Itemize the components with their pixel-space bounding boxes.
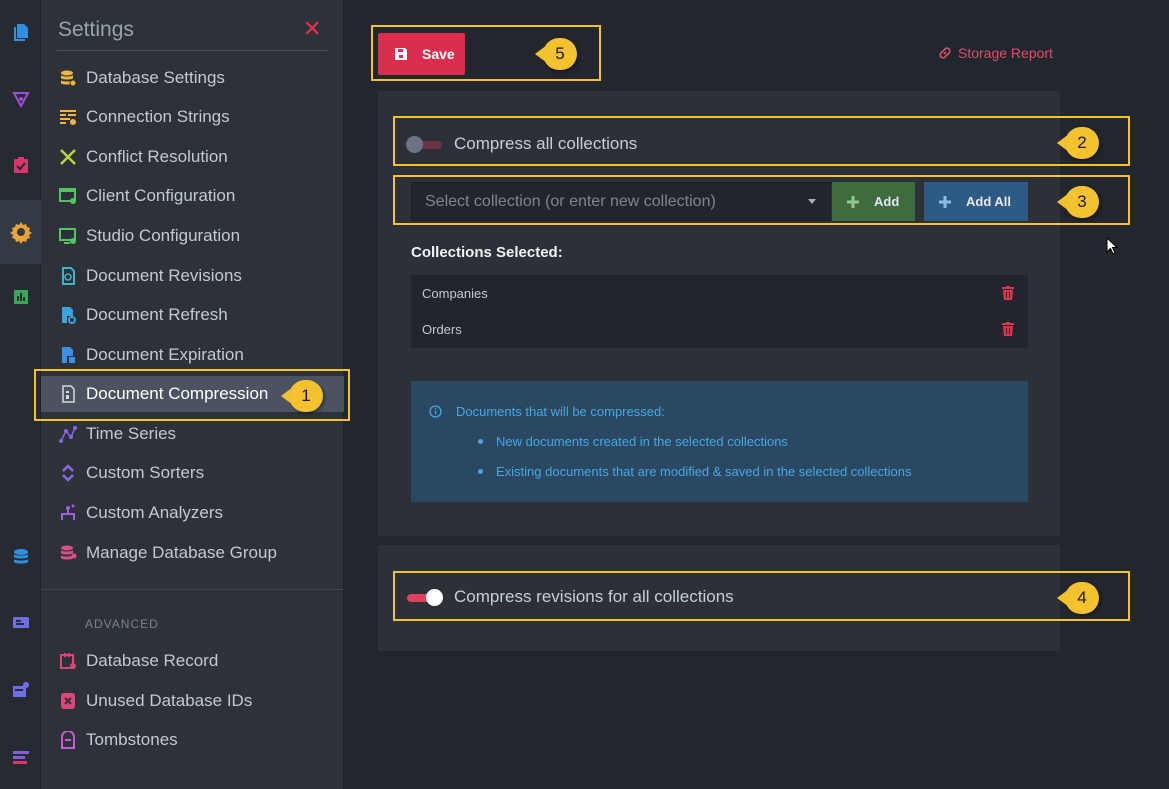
manage-server-icon[interactable] — [0, 670, 41, 710]
menu-item-time-series[interactable]: Time Series — [41, 416, 344, 452]
menu-item-manage-database-group[interactable]: Manage Database Group — [41, 535, 344, 571]
section-heading-advanced: ADVANCED — [85, 617, 159, 631]
info-list-item: New documents created in the selected co… — [478, 434, 788, 449]
callout-number: 2 — [1065, 127, 1099, 159]
menu-item-unused-database-ids[interactable]: Unused Database IDs — [41, 683, 344, 719]
menu-item-label: Document Refresh — [86, 305, 228, 324]
callout-number: 4 — [1065, 582, 1099, 614]
document-refresh-icon — [58, 305, 78, 325]
highlight-box-4 — [393, 571, 1130, 621]
menu-item-label: Connection Strings — [86, 107, 230, 126]
callout-number: 5 — [543, 38, 577, 70]
highlight-box-3 — [393, 175, 1130, 225]
database-settings-icon — [58, 68, 78, 88]
menu-item-studio-configuration[interactable]: Studio Configuration — [41, 218, 344, 254]
conflict-resolution-icon — [58, 147, 78, 167]
close-icon[interactable]: ✕ — [303, 18, 321, 40]
link-icon — [939, 47, 951, 59]
callout-1: 1 — [281, 380, 323, 412]
menu-item-custom-analyzers[interactable]: Custom Analyzers — [41, 495, 344, 531]
tasks-icon[interactable] — [0, 145, 41, 185]
info-box: Documents that will be compressed: New d… — [411, 381, 1028, 502]
document-revisions-icon — [58, 266, 78, 286]
menu-item-label: Studio Configuration — [86, 226, 241, 245]
info-list-item: Existing documents that are modified & s… — [478, 464, 912, 479]
trash-icon[interactable] — [1002, 322, 1014, 336]
mouse-cursor-icon — [1106, 237, 1118, 255]
callout-3: 3 — [1057, 186, 1099, 218]
menu-item-label: Conflict Resolution — [86, 147, 228, 166]
info-icon — [429, 405, 442, 418]
database-record-icon — [58, 651, 78, 671]
menu-item-database-settings[interactable]: Database Settings — [41, 60, 344, 96]
studio-configuration-icon — [58, 226, 78, 246]
server-dashboard-icon[interactable] — [0, 603, 41, 643]
menu-item-label: Database Settings — [86, 68, 225, 87]
menu-item-label: Database Record — [86, 651, 219, 670]
collection-name: Orders — [422, 321, 462, 337]
connection-strings-icon — [58, 107, 78, 127]
time-series-icon — [58, 424, 78, 444]
menu-item-label: Custom Sorters — [86, 463, 205, 482]
settings-icon[interactable] — [0, 200, 41, 264]
manage-database-group-icon — [58, 543, 78, 563]
menu-item-document-refresh[interactable]: Document Refresh — [41, 297, 344, 333]
panel-title: Settings — [58, 18, 134, 41]
databases-icon[interactable] — [0, 537, 41, 577]
unused-database-ids-icon — [58, 691, 78, 711]
callout-number: 3 — [1065, 186, 1099, 218]
menu-item-tombstones[interactable]: Tombstones — [41, 722, 344, 758]
documents-icon[interactable] — [0, 12, 41, 52]
storage-report-label: Storage Report — [958, 45, 1053, 61]
menu-item-custom-sorters[interactable]: Custom Sorters — [41, 455, 344, 491]
menu-item-connection-strings[interactable]: Connection Strings — [41, 99, 344, 135]
menu-item-label: Client Configuration — [86, 186, 236, 205]
divider — [57, 50, 327, 51]
menu-item-label: Document Expiration — [86, 345, 244, 364]
info-title: Documents that will be compressed: — [456, 404, 665, 419]
divider — [41, 589, 344, 590]
list-item: Companies — [411, 275, 1028, 311]
menu-item-label: Manage Database Group — [86, 543, 277, 562]
about-icon[interactable] — [0, 736, 41, 776]
menu-item-label: Custom Analyzers — [86, 503, 223, 522]
selected-collections-list: Companies Orders — [411, 275, 1028, 348]
callout-2: 2 — [1057, 127, 1099, 159]
collection-name: Companies — [422, 285, 488, 301]
menu-item-database-record[interactable]: Database Record — [41, 643, 344, 679]
custom-sorters-icon — [58, 463, 78, 483]
callout-4: 4 — [1057, 582, 1099, 614]
menu-item-label: Document Revisions — [86, 266, 242, 285]
trash-icon[interactable] — [1002, 286, 1014, 300]
client-configuration-icon — [58, 186, 78, 206]
menu-item-document-revisions[interactable]: Document Revisions — [41, 258, 344, 294]
custom-analyzers-icon — [58, 503, 78, 523]
highlight-box-2 — [393, 116, 1130, 166]
menu-item-conflict-resolution[interactable]: Conflict Resolution — [41, 139, 344, 175]
tombstones-icon — [58, 730, 78, 750]
document-expiration-icon — [58, 345, 78, 365]
callout-5: 5 — [535, 38, 577, 70]
menu-item-label: Tombstones — [86, 730, 178, 749]
callout-number: 1 — [289, 380, 323, 412]
menu-item-client-configuration[interactable]: Client Configuration — [41, 178, 344, 214]
storage-report-link[interactable]: Storage Report — [938, 45, 1053, 61]
menu-item-label: Time Series — [86, 424, 177, 443]
stats-icon[interactable] — [0, 277, 41, 317]
list-item: Orders — [411, 311, 1028, 347]
query-icon[interactable] — [0, 79, 41, 119]
menu-item-document-expiration[interactable]: Document Expiration — [41, 337, 344, 373]
menu-item-label: Unused Database IDs — [86, 691, 253, 710]
collections-selected-heading: Collections Selected: — [411, 244, 563, 261]
